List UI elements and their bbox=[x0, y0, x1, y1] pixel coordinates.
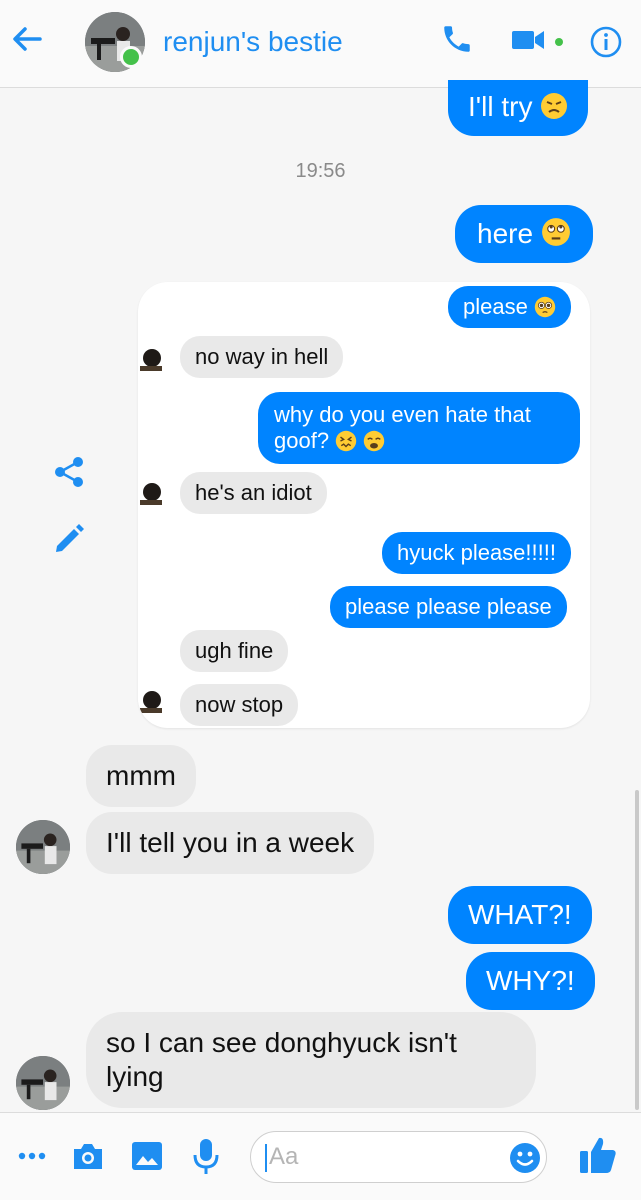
camera-icon[interactable] bbox=[72, 1141, 104, 1171]
timestamp: 19:56 bbox=[295, 160, 346, 182]
screenshot-message-incoming: he's an idiot bbox=[180, 472, 327, 514]
message-outgoing[interactable]: WHY?! bbox=[466, 952, 595, 1010]
chat-header: renjun's bestie bbox=[0, 0, 641, 88]
confounded-face-emoji-icon bbox=[335, 430, 357, 452]
message-input[interactable]: Aa bbox=[250, 1131, 547, 1183]
edit-pencil-icon[interactable] bbox=[52, 522, 86, 556]
online-status-indicator bbox=[120, 46, 142, 68]
emoji-icon[interactable] bbox=[509, 1142, 541, 1174]
text-caret bbox=[265, 1144, 267, 1172]
contact-avatar-small[interactable] bbox=[16, 820, 70, 874]
thumbs-up-icon[interactable] bbox=[578, 1135, 618, 1175]
screenshot-message-incoming: ugh fine bbox=[180, 630, 289, 672]
video-online-dot bbox=[555, 38, 563, 46]
message-composer: Aa bbox=[0, 1112, 641, 1200]
contact-avatar-small[interactable] bbox=[16, 1056, 70, 1110]
message-outgoing[interactable]: here bbox=[455, 205, 593, 263]
screenshot-message-outgoing: hyuck please!!!!! bbox=[382, 532, 571, 574]
image-icon[interactable] bbox=[131, 1141, 163, 1171]
screenshot-avatar bbox=[138, 686, 164, 724]
pleading-face-emoji-icon bbox=[534, 296, 556, 318]
message-input-placeholder: Aa bbox=[269, 1143, 299, 1170]
screenshot-message-outgoing: why do you even hate that goof? bbox=[258, 392, 580, 464]
weary-face-emoji-icon bbox=[364, 430, 385, 452]
message-incoming[interactable]: so I can see donghyuck isn't lying bbox=[86, 1012, 536, 1108]
screenshot-message-outgoing: please please please bbox=[330, 586, 567, 628]
screenshot-avatar bbox=[138, 478, 164, 516]
shared-screenshot-card[interactable]: please no way in hell why do you even ha… bbox=[138, 282, 590, 728]
contact-name[interactable]: renjun's bestie bbox=[163, 26, 343, 58]
info-icon[interactable] bbox=[590, 26, 622, 58]
message-incoming[interactable]: I'll tell you in a week bbox=[86, 812, 375, 874]
angry-face-emoji-icon bbox=[541, 93, 568, 119]
message-outgoing[interactable]: I'll try bbox=[448, 80, 589, 136]
message-incoming[interactable]: mmm bbox=[86, 745, 196, 807]
scrollbar[interactable] bbox=[635, 790, 639, 1110]
more-icon[interactable] bbox=[18, 1151, 46, 1161]
microphone-icon[interactable] bbox=[192, 1137, 220, 1175]
share-icon[interactable] bbox=[52, 455, 86, 489]
screenshot-message-incoming: no way in hell bbox=[180, 336, 344, 378]
eye-roll-emoji-icon bbox=[541, 218, 570, 246]
screenshot-message-incoming: now stop bbox=[180, 684, 299, 726]
message-outgoing[interactable]: WHAT?! bbox=[448, 886, 592, 944]
video-camera-icon[interactable] bbox=[512, 28, 546, 52]
screenshot-avatar bbox=[138, 344, 164, 382]
back-arrow-icon[interactable] bbox=[10, 22, 44, 56]
screenshot-message-outgoing: please bbox=[448, 286, 571, 328]
phone-icon[interactable] bbox=[440, 22, 474, 56]
